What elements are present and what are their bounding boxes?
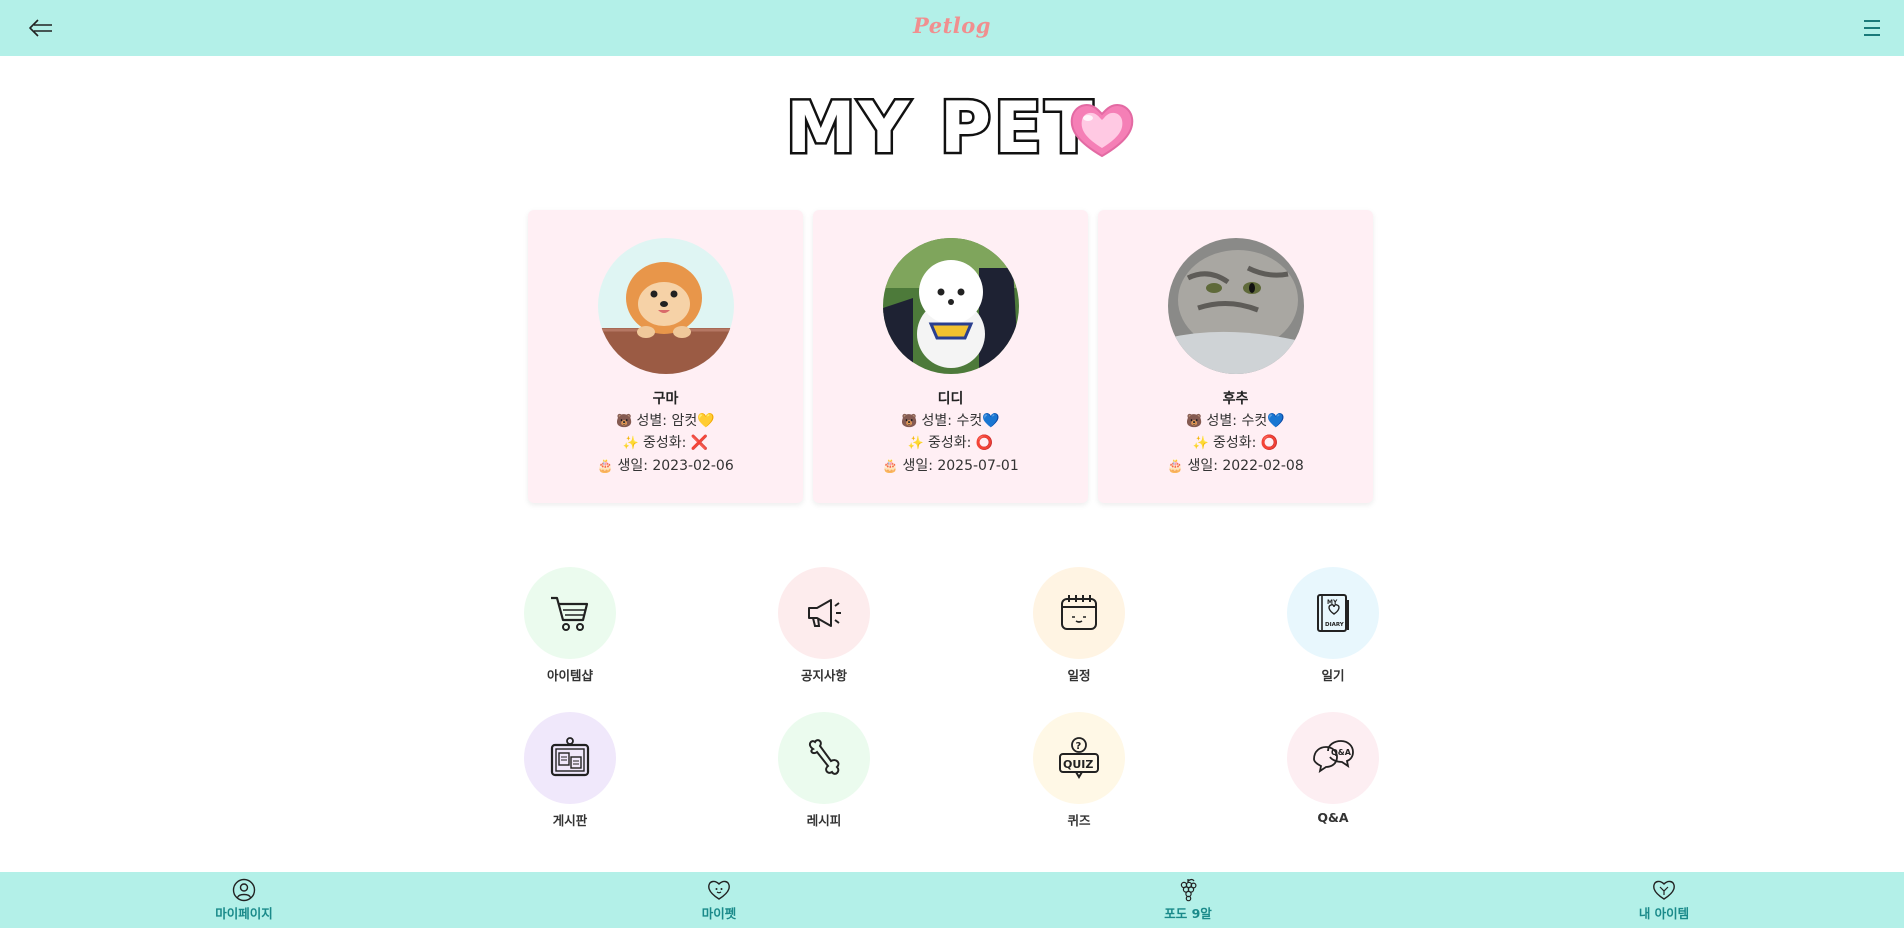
svg-text:QUIZ: QUIZ: [1063, 758, 1093, 771]
user-icon: [232, 878, 256, 902]
circle-mark-icon: ⭕: [1260, 435, 1279, 451]
cake-icon: 🎂: [882, 459, 899, 474]
pet-card[interactable]: 디디 🐻 성별: 수컷💙 ✨ 중성화: ⭕ 🎂 생일: 2025-07-01: [813, 210, 1088, 503]
board-icon: [550, 737, 590, 777]
bottom-nav: 마이페이지 마이펫 포도 9알 내 아이템: [0, 872, 1904, 928]
menu-circle: [778, 567, 870, 659]
quiz-icon: ? QUIZ: [1059, 737, 1099, 779]
menu-label: 일정: [1067, 668, 1091, 683]
menu-label: 일기: [1321, 668, 1345, 683]
menu-circle: [1033, 567, 1125, 659]
menu-circle: Q&A: [1287, 712, 1379, 804]
menu-item-recipe[interactable]: 레시피: [764, 712, 884, 832]
hero-title-text: MY PET: [786, 87, 1096, 166]
pet-photo: [598, 238, 734, 374]
tab-mypet[interactable]: 마이펫: [659, 878, 779, 924]
menu-circle: [524, 712, 616, 804]
menu-label: 아이템샵: [546, 668, 593, 683]
pet-name: 구마: [652, 391, 679, 407]
cake-icon: 🎂: [597, 459, 614, 474]
yellow-heart-icon: 💛: [697, 413, 715, 429]
top-bar: Petlog: [0, 0, 1904, 56]
tab-mypage[interactable]: 마이페이지: [184, 878, 304, 924]
svg-text:?: ?: [1076, 741, 1082, 752]
pet-neuter: ✨ 중성화: ⭕: [1192, 435, 1279, 451]
sparkles-icon: ✨: [622, 436, 639, 451]
pet-name: 디디: [937, 391, 964, 407]
pet-gender: 🐻 성별: 암컷💛: [616, 413, 715, 429]
pet-birthday: 🎂 생일: 2022-02-08: [1167, 458, 1304, 474]
pet-card[interactable]: 후추 🐻 성별: 수컷💙 ✨ 중성화: ⭕ 🎂 생일: 2022-02-08: [1098, 210, 1373, 503]
blue-heart-icon: 💙: [982, 413, 1000, 429]
bear-icon: 🐻: [1186, 414, 1203, 429]
item-heart-icon: [1653, 880, 1675, 900]
pet-gender: 🐻 성별: 수컷💙: [901, 413, 1000, 429]
sparkles-icon: ✨: [907, 436, 924, 451]
menu-item-board[interactable]: 게시판: [510, 712, 630, 832]
grape-icon: [1180, 878, 1197, 902]
bear-icon: 🐻: [901, 414, 918, 429]
menu-item-qa[interactable]: Q&A Q&A: [1273, 712, 1393, 832]
tab-grape[interactable]: 포도 9알: [1128, 878, 1248, 924]
menu-circle: ? QUIZ: [1033, 712, 1125, 804]
pet-neuter: ✨ 중성화: ⭕: [907, 435, 994, 451]
pet-card[interactable]: 구마 🐻 성별: 암컷💛 ✨ 중성화: ❌ 🎂 생일: 2023-02-06: [528, 210, 803, 503]
tab-label: 마이펫: [701, 906, 737, 921]
menu-label: 퀴즈: [1067, 813, 1091, 828]
menu-circle: [778, 712, 870, 804]
menu-label: Q&A: [1317, 810, 1349, 825]
menu-item-quiz[interactable]: ? QUIZ 퀴즈: [1019, 712, 1139, 832]
menu-label: 공지사항: [800, 668, 847, 683]
svg-text:Q&A: Q&A: [1331, 748, 1352, 757]
tab-my-items[interactable]: 내 아이템: [1604, 878, 1724, 924]
cart-icon: [551, 596, 589, 631]
pet-heart-icon: [708, 880, 730, 900]
pet-gender: 🐻 성별: 수컷💙: [1186, 413, 1285, 429]
hamburger-menu-button[interactable]: [1860, 16, 1884, 40]
pet-photo: [1168, 238, 1304, 374]
qa-icon: Q&A: [1313, 740, 1354, 773]
hero-title: MY PET: [782, 85, 1142, 172]
menu-item-schedule[interactable]: 일정: [1019, 567, 1139, 687]
pet-birthday: 🎂 생일: 2023-02-06: [597, 458, 734, 474]
pet-neuter: ✨ 중성화: ❌: [622, 435, 709, 451]
cross-mark-icon: ❌: [690, 435, 709, 451]
pet-name: 후추: [1222, 391, 1249, 407]
tab-label: 포도 9알: [1164, 906, 1212, 921]
menu-label: 레시피: [806, 813, 842, 828]
menu-item-diary[interactable]: MY DIARY 일기: [1273, 567, 1393, 687]
tab-label: 마이페이지: [215, 906, 273, 921]
bone-icon: [808, 739, 840, 775]
pet-birthday: 🎂 생일: 2025-07-01: [882, 458, 1019, 474]
menu-circle: [524, 567, 616, 659]
menu-circle: MY DIARY: [1287, 567, 1379, 659]
calendar-icon: [1061, 595, 1097, 630]
bear-icon: 🐻: [616, 414, 633, 429]
menu-item-notice[interactable]: 공지사항: [764, 567, 884, 687]
blue-heart-icon: 💙: [1267, 413, 1285, 429]
diary-icon: MY DIARY: [1317, 594, 1349, 632]
sparkles-icon: ✨: [1192, 436, 1209, 451]
menu-label: 게시판: [552, 813, 588, 828]
hamburger-icon: [1864, 20, 1880, 36]
menu-item-itemshop[interactable]: 아이템샵: [510, 567, 630, 687]
circle-mark-icon: ⭕: [975, 435, 994, 451]
cake-icon: 🎂: [1167, 459, 1184, 474]
pet-card-list: 구마 🐻 성별: 암컷💛 ✨ 중성화: ❌ 🎂 생일: 2023-02-06 디디 🐻…: [528, 210, 1376, 503]
brand-logo[interactable]: Petlog: [0, 13, 1904, 38]
megaphone-icon: [808, 599, 841, 627]
svg-text:DIARY: DIARY: [1325, 622, 1345, 628]
pet-photo: [883, 238, 1019, 374]
tab-label: 내 아이템: [1638, 906, 1690, 921]
